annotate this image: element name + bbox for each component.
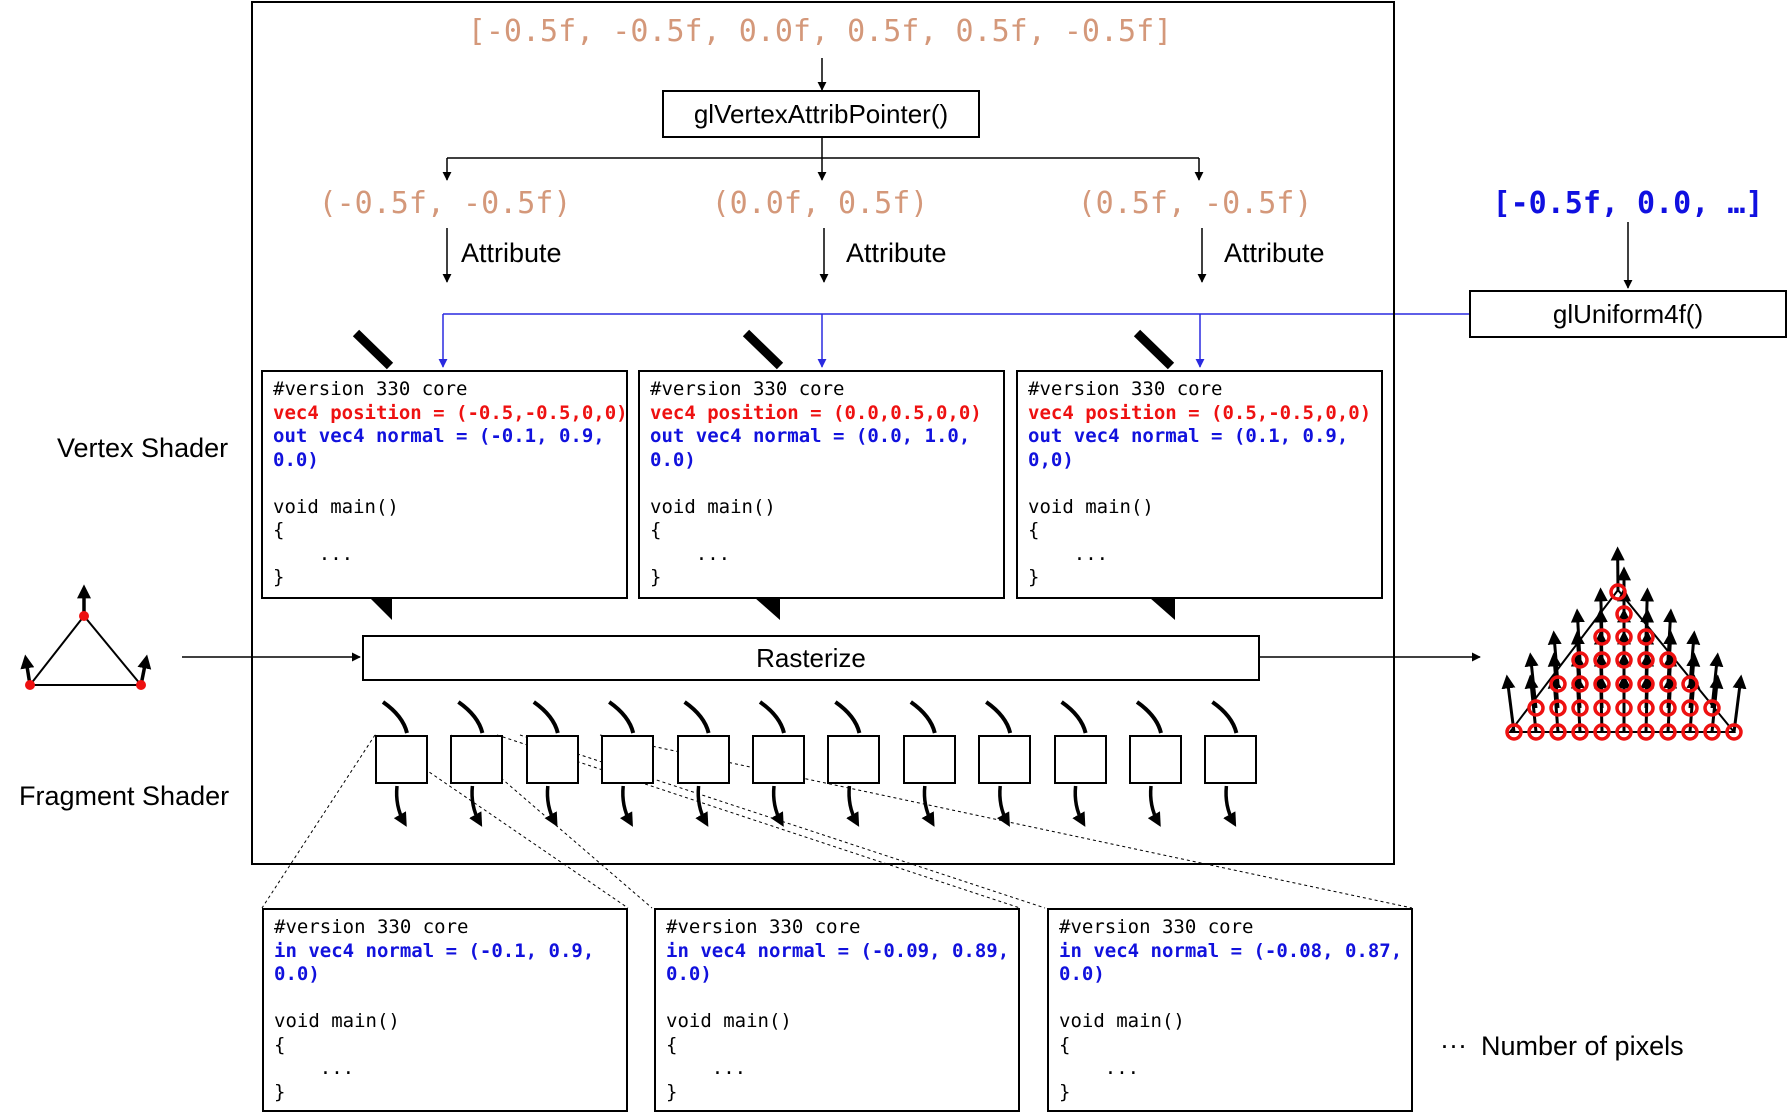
code-line: 0.0) xyxy=(650,448,696,471)
code-line: vec4 position = (0.0,0.5,0,0) xyxy=(650,401,982,424)
code-line: out vec4 normal = (-0.1, 0.9, xyxy=(273,425,605,447)
code-line: in vec4 normal = (-0.1, 0.9, xyxy=(274,939,595,962)
code-line: #version 330 core xyxy=(274,916,469,938)
code-line: { xyxy=(1059,1033,1071,1056)
attrib-pointer-box: glVertexAttribPointer() xyxy=(662,90,980,138)
pixels-ellipsis: ··· xyxy=(1440,1030,1467,1060)
vertex-pair-1: (-0.5f, -0.5f) xyxy=(318,186,572,221)
fragment-box xyxy=(525,735,579,784)
fragment-box xyxy=(902,735,956,784)
code-line: ... xyxy=(1028,542,1109,565)
fragment-box xyxy=(827,735,881,784)
fragment-box xyxy=(1204,735,1258,784)
code-line: ... xyxy=(1059,1057,1140,1079)
code-line: #version 330 core xyxy=(666,916,861,938)
code-line: } xyxy=(274,1080,286,1103)
code-line: 0,0) xyxy=(1028,448,1074,471)
code-line: 0.0) xyxy=(1059,963,1105,985)
input-vertex-3 xyxy=(136,680,146,690)
fragment-shader-box-2: #version 330 core in vec4 normal = (-0.09… xyxy=(654,908,1020,1112)
code-line: #version 330 core xyxy=(1028,378,1223,400)
code-line: #version 330 core xyxy=(650,378,845,400)
fragment-box xyxy=(1053,735,1107,784)
vertex-shader-box-2: #version 330 core vec4 position = (0.0,0.… xyxy=(638,370,1005,599)
code-line: } xyxy=(666,1080,678,1103)
code-line: { xyxy=(666,1033,678,1056)
code-line: ... xyxy=(650,542,731,565)
attribute-label-2: Attribute xyxy=(846,238,947,268)
vertex-shader-label: Vertex Shader xyxy=(57,433,229,463)
code-line: { xyxy=(274,1033,286,1056)
code-line: } xyxy=(1059,1080,1071,1103)
code-line: { xyxy=(650,519,662,541)
rasterize-box: Rasterize xyxy=(362,635,1260,681)
code-line: 0.0) xyxy=(273,448,319,471)
code-line: out vec4 normal = (0.0, 1.0, xyxy=(650,425,971,447)
code-line: } xyxy=(273,566,285,588)
code-line: { xyxy=(1028,519,1040,541)
vertex-pair-3: (0.5f, -0.5f) xyxy=(1077,186,1313,221)
code-line: 0.0) xyxy=(274,963,320,985)
fragment-shader-box-1: #version 330 core in vec4 normal = (-0.1,… xyxy=(262,908,628,1112)
attribute-label-1: Attribute xyxy=(461,238,562,268)
code-line: in vec4 normal = (-0.08, 0.87, xyxy=(1059,939,1403,962)
code-line: 0.0) xyxy=(666,963,712,985)
code-line: void main() xyxy=(1028,495,1154,518)
uniform-call-box: glUniform4f() xyxy=(1469,290,1787,338)
uniform-call-label: glUniform4f() xyxy=(1552,298,1704,329)
fragment-box xyxy=(601,735,655,784)
code-line: void main() xyxy=(273,495,399,518)
fragment-box xyxy=(752,735,805,784)
fragment-box xyxy=(676,735,730,784)
code-line: void main() xyxy=(666,1010,792,1032)
vertex-array-values: [-0.5f, -0.5f, 0.0f, 0.5f, 0.5f, -0.5f] xyxy=(467,14,1173,49)
code-line: ... xyxy=(666,1057,747,1079)
fragment-shader-box-3: #version 330 core in vec4 normal = (-0.08… xyxy=(1047,908,1413,1112)
vertex-shader-box-3: #version 330 core vec4 position = (0.5,-0… xyxy=(1016,370,1383,599)
uniform-array-values: [-0.5f, 0.0, …] xyxy=(1492,186,1764,221)
rasterize-label: Rasterize xyxy=(756,642,866,673)
code-line: ... xyxy=(274,1057,355,1079)
code-line: vec4 position = (0.5,-0.5,0,0) xyxy=(1028,401,1372,424)
vertex-pair-2: (0.0f, 0.5f) xyxy=(711,186,929,221)
code-line: #version 330 core xyxy=(1059,916,1254,938)
fragment-shader-label: Fragment Shader xyxy=(19,781,230,811)
code-line: void main() xyxy=(650,495,776,518)
attrib-pointer-label: glVertexAttribPointer() xyxy=(693,98,949,129)
code-line: void main() xyxy=(274,1010,400,1032)
fragment-box xyxy=(450,735,504,784)
fragment-box xyxy=(978,735,1032,784)
attribute-label-3: Attribute xyxy=(1224,238,1325,268)
fragment-box xyxy=(375,735,428,784)
pixels-label: Number of pixels xyxy=(1481,1031,1684,1061)
code-line: } xyxy=(1028,566,1040,588)
code-line: in vec4 normal = (-0.09, 0.89, xyxy=(666,939,1010,962)
vertex-shader-box-1: #version 330 core vec4 position = (-0.5,-… xyxy=(261,370,628,599)
code-line: vec4 position = (-0.5,-0.5,0,0) xyxy=(273,401,628,424)
input-triangle xyxy=(27,614,144,686)
input-vertex-2 xyxy=(25,680,35,690)
code-line: } xyxy=(650,566,662,588)
code-line: void main() xyxy=(1059,1010,1185,1032)
code-line: ... xyxy=(273,542,354,565)
code-line: out vec4 normal = (0.1, 0.9, xyxy=(1028,425,1349,447)
fragment-box xyxy=(1129,735,1182,784)
code-line: { xyxy=(273,519,285,541)
code-line: #version 330 core xyxy=(273,378,468,400)
input-vertex-1 xyxy=(79,611,89,621)
